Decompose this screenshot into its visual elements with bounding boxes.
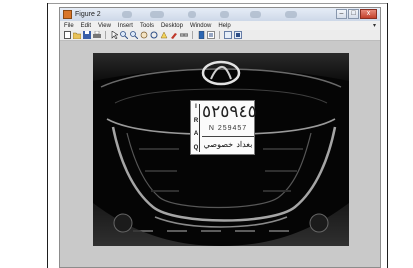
plate-type: خصوصي [203, 140, 234, 149]
print-icon[interactable] [93, 31, 101, 39]
document-page: Figure 2 – □ x File Edit View Insert Too… [0, 0, 413, 268]
plate-city: بغداد [236, 140, 253, 149]
brush-icon[interactable] [170, 31, 178, 39]
plate-country-letter: A [193, 131, 199, 138]
insert-colorbar-icon[interactable] [197, 31, 205, 39]
blurred-titlebar-element [122, 11, 132, 18]
blurred-titlebar-element [150, 11, 164, 18]
license-plate: I R A Q ٥٢٥٩٤٥ N 259457 خصوصي بغداد [190, 100, 257, 155]
show-plot-tools-icon[interactable] [234, 31, 242, 39]
window-controls: – □ x [336, 9, 377, 20]
menu-edit[interactable]: Edit [81, 22, 91, 30]
pointer-icon[interactable] [110, 31, 118, 39]
table-border-top [47, 3, 387, 4]
plate-bottom-row: خصوصي بغداد [202, 136, 254, 152]
hide-plot-tools-icon[interactable] [224, 31, 232, 39]
menu-insert[interactable]: Insert [118, 22, 133, 30]
new-figure-icon[interactable] [63, 31, 71, 39]
blurred-titlebar-element [220, 11, 229, 18]
save-icon[interactable] [83, 31, 91, 39]
toolbar-separator [219, 31, 220, 39]
plate-country-code: I R A Q [193, 104, 200, 152]
menu-desktop[interactable]: Desktop [161, 22, 183, 30]
table-border-right [387, 3, 388, 268]
image-axes[interactable]: I R A Q ٥٢٥٩٤٥ N 259457 خصوصي بغداد [93, 53, 349, 246]
minimize-button[interactable]: – [336, 9, 347, 19]
menu-bar: File Edit View Insert Tools Desktop Wind… [60, 21, 380, 30]
blurred-titlebar-element [250, 11, 261, 18]
plate-country-letter: Q [193, 144, 199, 151]
data-cursor-icon[interactable] [160, 31, 168, 39]
zoom-in-icon[interactable] [120, 31, 128, 39]
insert-legend-icon[interactable] [207, 31, 215, 39]
menu-overflow-arrow-icon[interactable]: ▾ [373, 22, 376, 29]
blurred-titlebar-element [188, 11, 196, 18]
plate-country-letter: R [193, 117, 199, 124]
menu-file[interactable]: File [64, 22, 74, 30]
menu-window[interactable]: Window [190, 22, 211, 30]
rotate-3d-icon[interactable] [150, 31, 158, 39]
plate-arabic-number: ٥٢٥٩٤٥ [202, 102, 257, 121]
table-border-left [47, 3, 48, 268]
window-title: Figure 2 [75, 11, 101, 18]
plate-country-letter: I [195, 104, 197, 110]
maximize-button[interactable]: □ [348, 9, 359, 19]
figure-window: Figure 2 – □ x File Edit View Insert Too… [59, 7, 381, 268]
menu-help[interactable]: Help [218, 22, 230, 30]
matlab-app-icon [63, 10, 72, 19]
toolbar-separator [192, 31, 193, 39]
link-icon[interactable] [180, 31, 188, 39]
title-bar[interactable]: Figure 2 – □ x [60, 8, 380, 21]
open-file-icon[interactable] [73, 31, 81, 39]
toolbar-separator [105, 31, 106, 39]
pan-icon[interactable] [140, 31, 148, 39]
zoom-out-icon[interactable] [130, 31, 138, 39]
menu-view[interactable]: View [98, 22, 111, 30]
menu-tools[interactable]: Tools [140, 22, 154, 30]
plate-latin-number: N 259457 [208, 125, 248, 132]
close-button[interactable]: x [360, 9, 377, 19]
blurred-titlebar-element [285, 11, 297, 18]
figure-toolbar [60, 30, 380, 41]
